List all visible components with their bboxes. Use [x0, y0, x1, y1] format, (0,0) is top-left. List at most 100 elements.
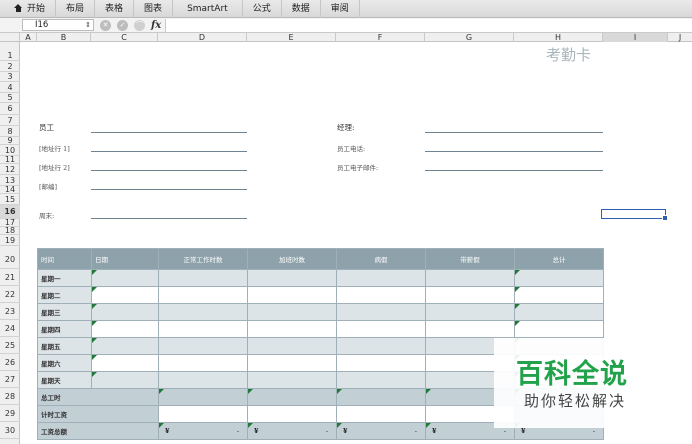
- row-header[interactable]: 11: [0, 156, 20, 164]
- header-time[interactable]: 时间: [37, 248, 92, 270]
- column-header-c[interactable]: C: [91, 33, 158, 42]
- table-cell[interactable]: [247, 354, 337, 372]
- date-cell[interactable]: [91, 371, 159, 389]
- total-cell[interactable]: [514, 286, 604, 304]
- table-cell[interactable]: [425, 269, 515, 287]
- address2-field[interactable]: [91, 170, 247, 171]
- row-header[interactable]: 3: [0, 72, 20, 82]
- table-cell[interactable]: [247, 371, 337, 389]
- column-header-e[interactable]: E: [247, 33, 336, 42]
- row-header[interactable]: 7: [0, 115, 20, 126]
- table-cell[interactable]: [158, 371, 248, 389]
- row-header[interactable]: 1: [0, 51, 20, 61]
- table-cell[interactable]: [336, 354, 426, 372]
- row-header[interactable]: 12: [0, 164, 20, 175]
- table-cell[interactable]: [336, 320, 426, 338]
- table-cell[interactable]: [336, 269, 426, 287]
- column-header-j[interactable]: J: [668, 33, 692, 42]
- column-header-f[interactable]: F: [336, 33, 425, 42]
- header-date[interactable]: 日期: [91, 248, 159, 270]
- tab-formulas[interactable]: 公式: [243, 0, 282, 18]
- zip-field[interactable]: [91, 189, 247, 190]
- table-cell[interactable]: [247, 286, 337, 304]
- pay-cell[interactable]: ¥ -: [247, 422, 337, 440]
- tab-charts[interactable]: 图表: [134, 0, 174, 18]
- table-cell[interactable]: [158, 337, 248, 355]
- table-cell[interactable]: [425, 303, 515, 321]
- row-header[interactable]: 30: [0, 422, 20, 439]
- table-cell[interactable]: [158, 354, 248, 372]
- stepper-icon[interactable]: ⇕: [85, 20, 91, 30]
- column-header-h[interactable]: H: [514, 33, 603, 42]
- total-hours-cell[interactable]: [158, 388, 248, 406]
- date-cell[interactable]: [91, 354, 159, 372]
- rate-cell[interactable]: [336, 405, 426, 423]
- column-header-a[interactable]: A: [20, 33, 37, 42]
- cancel-icon[interactable]: ✕: [100, 19, 111, 31]
- row-header[interactable]: 28: [0, 388, 20, 405]
- formula-input[interactable]: [165, 18, 692, 32]
- row-header[interactable]: 22: [0, 286, 20, 303]
- table-cell[interactable]: [247, 269, 337, 287]
- rate-cell[interactable]: [247, 405, 337, 423]
- undo-icon[interactable]: ⌒: [134, 19, 145, 31]
- row-header[interactable]: 2: [0, 61, 20, 72]
- row-header[interactable]: 23: [0, 303, 20, 320]
- tab-tables[interactable]: 表格: [95, 0, 135, 18]
- date-cell[interactable]: [91, 286, 159, 304]
- day-cell[interactable]: 星期天: [37, 371, 92, 389]
- corner-select-all[interactable]: [0, 33, 20, 42]
- column-header-i[interactable]: I: [603, 33, 668, 42]
- column-header-b[interactable]: B: [37, 33, 91, 42]
- rate-cell[interactable]: [158, 405, 248, 423]
- date-cell[interactable]: [91, 320, 159, 338]
- header-vacation[interactable]: 带薪假: [425, 248, 515, 270]
- table-cell[interactable]: [336, 371, 426, 389]
- date-cell[interactable]: [91, 303, 159, 321]
- day-cell[interactable]: 星期二: [37, 286, 92, 304]
- header-overtime[interactable]: 加班时数: [247, 248, 337, 270]
- table-cell[interactable]: [425, 286, 515, 304]
- address1-field[interactable]: [91, 151, 247, 152]
- row-header[interactable]: 5: [0, 93, 20, 103]
- selected-cell-i16[interactable]: [601, 209, 668, 221]
- confirm-icon[interactable]: ✓: [117, 19, 128, 31]
- row-header[interactable]: 6: [0, 103, 20, 115]
- day-cell[interactable]: 星期三: [37, 303, 92, 321]
- table-cell[interactable]: [158, 320, 248, 338]
- row-header[interactable]: 29: [0, 405, 20, 422]
- email-field[interactable]: [425, 170, 603, 171]
- total-hours-cell[interactable]: [247, 388, 337, 406]
- manager-field[interactable]: [425, 132, 603, 133]
- row-header[interactable]: 24: [0, 320, 20, 337]
- total-hours-cell[interactable]: [336, 388, 426, 406]
- week-end-field[interactable]: [91, 218, 247, 219]
- day-cell[interactable]: 星期四: [37, 320, 92, 338]
- function-icon[interactable]: fx: [151, 20, 161, 31]
- column-header-g[interactable]: G: [425, 33, 514, 42]
- table-cell[interactable]: [336, 337, 426, 355]
- table-cell[interactable]: [336, 303, 426, 321]
- tab-smartart[interactable]: SmartArt: [173, 0, 243, 18]
- header-total[interactable]: 总计: [514, 248, 604, 270]
- table-cell[interactable]: [247, 337, 337, 355]
- table-cell[interactable]: [158, 303, 248, 321]
- row-header-selected[interactable]: 16: [0, 205, 20, 219]
- tab-layout[interactable]: 布局: [56, 0, 96, 18]
- row-header[interactable]: 27: [0, 371, 20, 388]
- row-header[interactable]: 4: [0, 82, 20, 93]
- pay-cell[interactable]: ¥ -: [336, 422, 426, 440]
- total-cell[interactable]: [514, 303, 604, 321]
- table-cell[interactable]: [336, 286, 426, 304]
- day-cell[interactable]: 星期一: [37, 269, 92, 287]
- total-cell[interactable]: [514, 269, 604, 287]
- phone-field[interactable]: [425, 151, 603, 152]
- header-sick[interactable]: 病假: [336, 248, 426, 270]
- day-cell[interactable]: 星期五: [37, 337, 92, 355]
- table-cell[interactable]: [425, 320, 515, 338]
- table-cell[interactable]: [158, 269, 248, 287]
- row-header[interactable]: 25: [0, 337, 20, 354]
- tab-home[interactable]: 开始: [0, 0, 57, 18]
- table-cell[interactable]: [247, 320, 337, 338]
- row-header[interactable]: 26: [0, 354, 20, 371]
